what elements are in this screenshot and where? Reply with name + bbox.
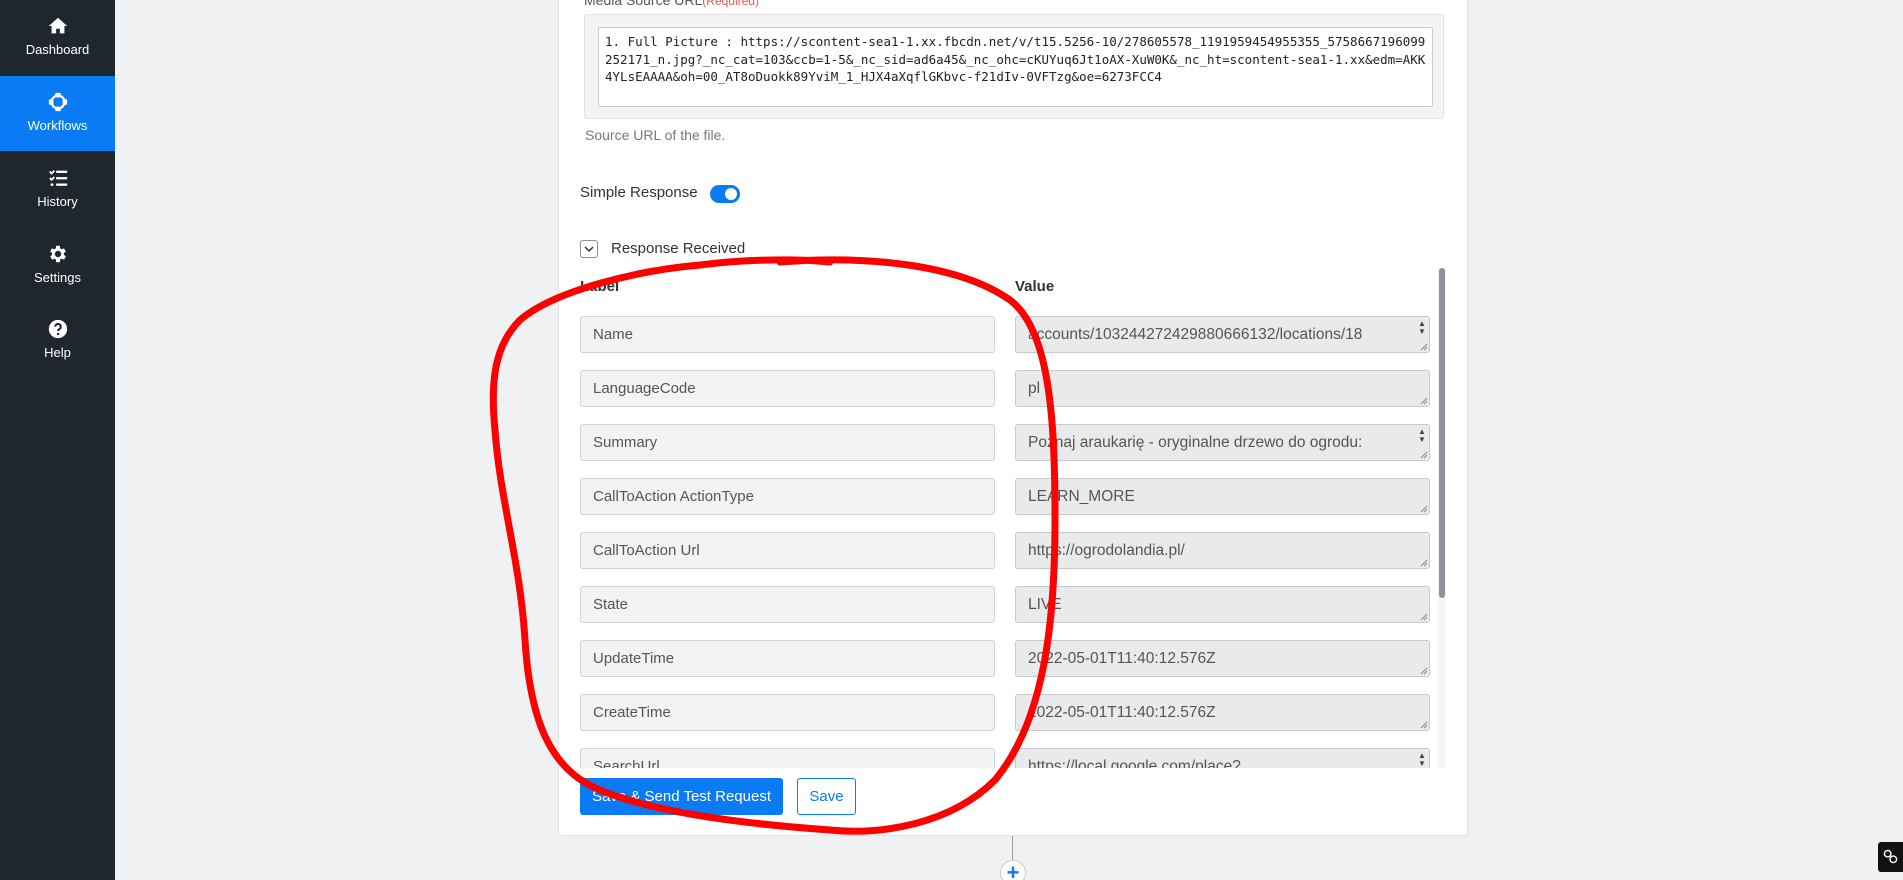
field-label-input[interactable]: State — [580, 586, 995, 623]
sidebar-item-history[interactable]: History — [0, 152, 115, 227]
check-icon — [584, 246, 594, 253]
resize-grip-icon[interactable] — [1418, 395, 1428, 405]
field-value-text: https://local.google.com/place? — [1028, 758, 1241, 768]
media-source-label: Media Source URL(Required) — [584, 0, 759, 8]
sidebar-item-help[interactable]: Help — [0, 303, 115, 378]
resize-grip-icon[interactable] — [1418, 557, 1428, 567]
sidebar-item-settings[interactable]: Settings — [0, 228, 115, 303]
field-value-text: 2022-05-01T11:40:12.576Z — [1028, 650, 1216, 667]
field-value-text: Poznaj araukarię - oryginalne drzewo do … — [1028, 434, 1363, 451]
response-field-row: SearchUrl https://local.google.com/place… — [578, 748, 1438, 768]
required-indicator: (Required) — [702, 0, 759, 8]
field-value-textarea[interactable]: pl — [1015, 370, 1430, 407]
sidebar-item-label: History — [37, 194, 78, 209]
media-source-label-text: Media Source URL — [584, 0, 703, 8]
field-value-text: accounts/103244272429880666132/locations… — [1028, 326, 1363, 343]
field-label-input[interactable]: Name — [580, 316, 995, 353]
save-and-send-test-request-button[interactable]: Save & Send Test Request — [580, 778, 783, 815]
field-label-input[interactable]: LanguageCode — [580, 370, 995, 407]
field-label-input[interactable]: Summary — [580, 424, 995, 461]
simple-response-toggle[interactable] — [710, 185, 740, 203]
sidebar-item-label: Workflows — [27, 118, 88, 133]
gear-icon — [47, 243, 69, 265]
response-field-row: CreateTime 2022-05-01T11:40:12.576Z — [578, 694, 1438, 732]
resize-grip-icon[interactable] — [1418, 719, 1428, 729]
field-label-input[interactable]: CallToAction ActionType — [580, 478, 995, 515]
response-field-row: Name accounts/103244272429880666132/loca… — [578, 316, 1438, 354]
field-value-text: 2022-05-01T11:40:12.576Z — [1028, 704, 1216, 721]
value-column-header: Value — [1015, 278, 1055, 295]
resize-grip-icon[interactable] — [1418, 341, 1428, 351]
field-value-text: LIVE — [1028, 596, 1062, 613]
media-source-url-textarea[interactable]: 1. Full Picture : https://scontent-sea1-… — [598, 27, 1433, 107]
response-field-row: Summary Poznaj araukarię - oryginalne dr… — [578, 424, 1438, 462]
response-field-row: State LIVE — [578, 586, 1438, 624]
question-icon — [47, 318, 69, 340]
field-label-input[interactable]: UpdateTime — [580, 640, 995, 677]
field-value-textarea[interactable]: 2022-05-01T11:40:12.576Z — [1015, 694, 1430, 731]
resize-grip-icon[interactable] — [1418, 665, 1428, 675]
field-value-textarea[interactable]: LIVE — [1015, 586, 1430, 623]
response-received-label: Response Received — [611, 240, 746, 257]
field-label-input[interactable]: CreateTime — [580, 694, 995, 731]
add-step-button[interactable]: + — [1000, 860, 1026, 880]
save-button[interactable]: Save — [797, 778, 856, 815]
spinner-arrows-icon[interactable]: ▲ ▼ — [1418, 752, 1426, 768]
home-icon — [47, 15, 69, 37]
resize-grip-icon[interactable] — [1418, 449, 1428, 459]
toggle-knob — [725, 188, 737, 200]
sidebar-item-label: Dashboard — [25, 42, 90, 57]
field-value-textarea[interactable]: LEARN_MORE — [1015, 478, 1430, 515]
response-field-row: CallToAction Url https://ogrodolandia.pl… — [578, 532, 1438, 570]
field-value-text: pl — [1028, 380, 1041, 397]
link-widget-button[interactable] — [1878, 842, 1903, 872]
response-field-row: CallToAction ActionType LEARN_MORE — [578, 478, 1438, 516]
field-value-text: LEARN_MORE — [1028, 488, 1135, 505]
media-source-help: Source URL of the file. — [585, 127, 726, 143]
label-column-header: Label — [580, 278, 620, 295]
sidebar-item-dashboard[interactable]: Dashboard — [0, 0, 115, 75]
field-label-input[interactable]: SearchUrl — [580, 748, 995, 768]
response-fields-list: Name accounts/103244272429880666132/loca… — [578, 308, 1438, 768]
sidebar: Dashboard Workflows History Settings Hel… — [0, 0, 115, 880]
response-received-checkbox[interactable] — [580, 240, 598, 258]
sidebar-item-label: Help — [44, 345, 71, 360]
field-value-text: https://ogrodolandia.pl/ — [1028, 542, 1185, 559]
field-value-textarea[interactable]: 2022-05-01T11:40:12.576Z — [1015, 640, 1430, 677]
field-value-textarea[interactable]: Poznaj araukarię - oryginalne drzewo do … — [1015, 424, 1430, 461]
resize-grip-icon[interactable] — [1418, 611, 1428, 621]
response-field-row: LanguageCode pl — [578, 370, 1438, 408]
response-field-row: UpdateTime 2022-05-01T11:40:12.576Z — [578, 640, 1438, 678]
history-list-icon — [47, 167, 69, 189]
sidebar-item-workflows[interactable]: Workflows — [0, 76, 115, 151]
simple-response-label: Simple Response — [580, 184, 698, 201]
field-value-textarea[interactable]: https://ogrodolandia.pl/ — [1015, 532, 1430, 569]
sidebar-item-label: Settings — [34, 270, 81, 285]
scrollbar-thumb[interactable] — [1439, 268, 1445, 598]
field-value-textarea[interactable]: accounts/103244272429880666132/locations… — [1015, 316, 1430, 353]
link-icon — [1883, 849, 1898, 864]
field-value-textarea[interactable]: https://local.google.com/place? ▲ ▼ — [1015, 748, 1430, 768]
resize-grip-icon[interactable] — [1418, 503, 1428, 513]
spinner-arrows-icon[interactable]: ▲ ▼ — [1418, 428, 1426, 444]
response-list-scrollbar[interactable] — [1438, 268, 1446, 768]
spinner-arrows-icon[interactable]: ▲ ▼ — [1418, 320, 1426, 336]
workflows-icon — [47, 91, 69, 113]
field-label-input[interactable]: CallToAction Url — [580, 532, 995, 569]
